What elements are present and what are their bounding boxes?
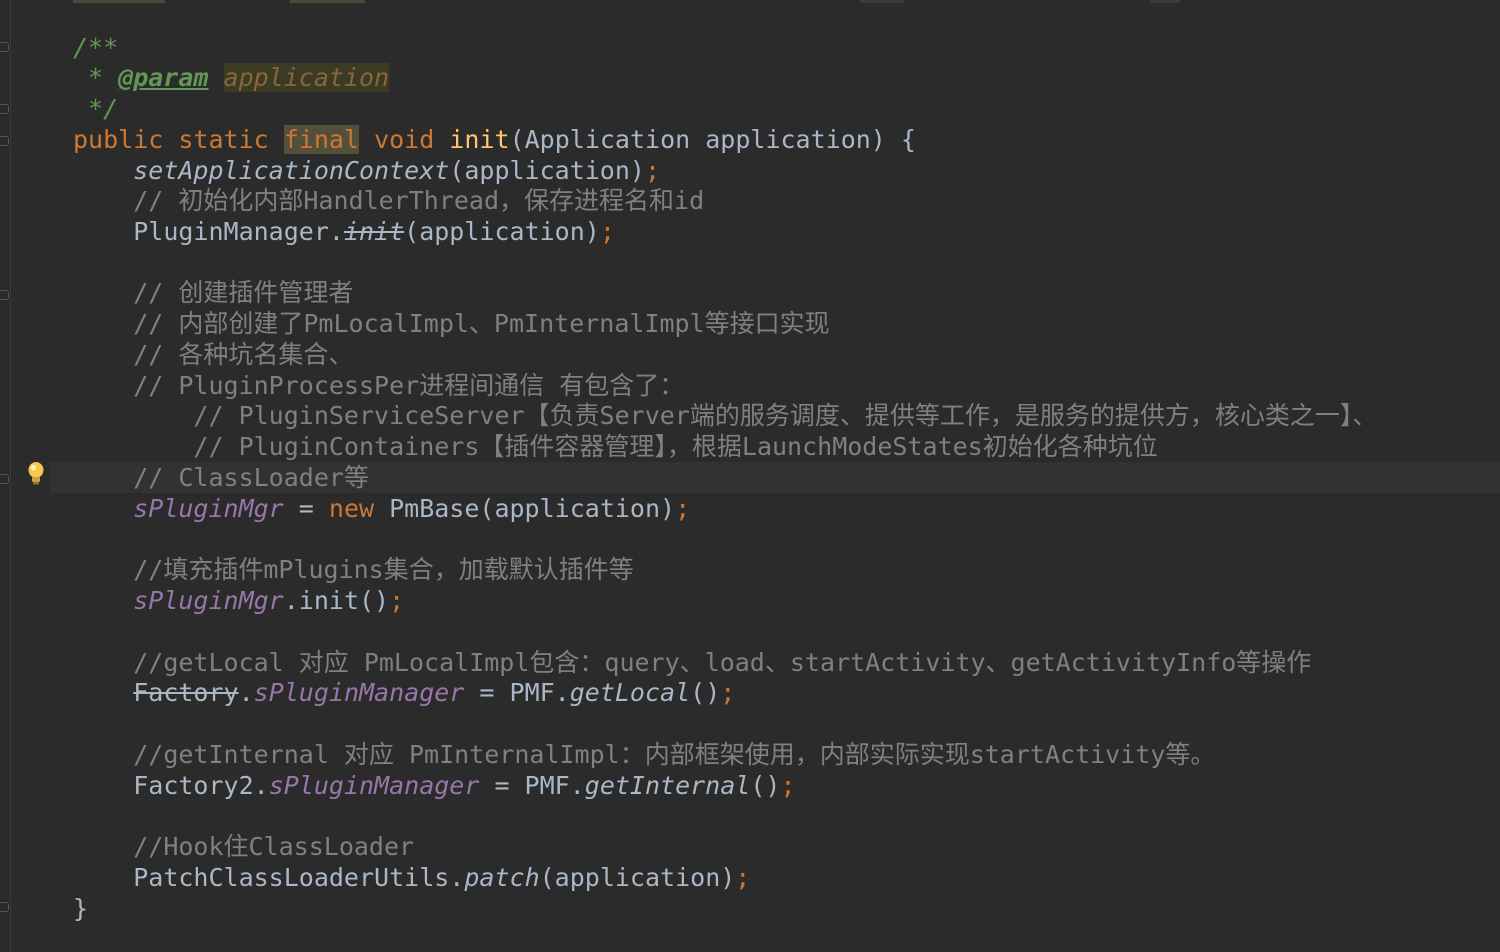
plain-code: PluginManager. xyxy=(133,217,344,246)
method-call: patch xyxy=(464,863,540,892)
doc-tag: @param xyxy=(118,63,209,92)
code-line: public static final void init(Applicatio… xyxy=(73,124,916,155)
code-line: // 初始化内部HandlerThread，保存进程名和id xyxy=(73,185,704,216)
editor-gutter xyxy=(0,0,11,952)
fold-marker[interactable] xyxy=(0,902,9,912)
method-call: getLocal xyxy=(569,678,691,707)
deprecated-class: Factory xyxy=(133,678,239,707)
comment: // 各种坑名集合、 xyxy=(133,340,354,369)
deprecated-method: init xyxy=(343,217,405,246)
code-line: PatchClassLoaderUtils.patch(application)… xyxy=(73,862,750,893)
code-line: */ xyxy=(73,93,118,124)
plain-code: .init() xyxy=(283,586,390,615)
semicolon: ; xyxy=(389,586,405,615)
keyword: new xyxy=(328,494,375,523)
doc-comment: * xyxy=(73,63,119,92)
doc-comment: */ xyxy=(73,94,119,123)
comment: // 内部创建了PmLocalImpl、PmInternalImpl等接口实现 xyxy=(133,309,830,338)
code-line: // 各种坑名集合、 xyxy=(73,339,353,370)
code-line: // PluginContainers【插件容器管理】，根据LaunchMode… xyxy=(73,431,1158,462)
code-line: sPluginMgr = new PmBase(application); xyxy=(73,493,690,524)
plain-code: . xyxy=(238,678,254,707)
code-line-current: // ClassLoader等 xyxy=(73,462,369,493)
code-line: // PluginServiceServer【负责Server端的服务调度、提供… xyxy=(73,400,1377,431)
keyword: public xyxy=(73,125,164,154)
static-field: sPluginManager xyxy=(253,678,465,707)
plain-code: PmBase(application) xyxy=(374,494,676,523)
semicolon: ; xyxy=(675,494,691,523)
keyword-highlighted: final xyxy=(283,125,360,154)
plain-code: () xyxy=(690,678,721,707)
plain-code: (application) xyxy=(404,217,600,246)
semicolon: ; xyxy=(720,678,736,707)
code-line: //getLocal 对应 PmLocalImpl包含：query、load、s… xyxy=(73,647,1311,678)
fold-marker[interactable] xyxy=(0,136,9,146)
semicolon: ; xyxy=(735,863,751,892)
code-line: // 内部创建了PmLocalImpl、PmInternalImpl等接口实现 xyxy=(73,308,830,339)
code-line: // 创建插件管理者 xyxy=(73,277,353,308)
static-field: sPluginMgr xyxy=(133,586,284,615)
code-line: Factory.sPluginManager = PMF.getLocal(); xyxy=(73,677,735,708)
code-line: //Hook住ClassLoader xyxy=(73,831,414,862)
comment: // ClassLoader等 xyxy=(133,463,369,492)
semicolon: ; xyxy=(780,771,796,800)
comment: //Hook住ClassLoader xyxy=(133,832,415,861)
semicolon: ; xyxy=(644,156,661,185)
code-line: /** xyxy=(73,32,118,63)
plain-code: = PMF. xyxy=(479,771,585,800)
comment: // 创建插件管理者 xyxy=(133,278,354,307)
code-line: setApplicationContext(application); xyxy=(73,155,660,186)
plain-code: () xyxy=(750,771,781,800)
plain-code: = PMF. xyxy=(464,678,570,707)
comment: //getLocal 对应 PmLocalImpl包含：query、load、s… xyxy=(133,648,1312,677)
keyword: void xyxy=(374,125,435,154)
code-line: //getInternal 对应 PmInternalImpl：内部框架使用，内… xyxy=(73,739,1215,770)
fold-marker[interactable] xyxy=(0,290,9,300)
plain-code: (application) xyxy=(539,863,736,892)
fold-marker[interactable] xyxy=(0,474,9,484)
method-name: init xyxy=(449,125,510,154)
code-line: * @param application xyxy=(73,62,390,93)
bulb-icon[interactable] xyxy=(26,461,46,487)
code-line: PluginManager.init(application); xyxy=(73,216,615,247)
code-line: } xyxy=(73,893,88,924)
comment: // PluginServiceServer【负责Server端的服务调度、提供… xyxy=(193,401,1378,430)
semicolon: ; xyxy=(599,217,615,246)
plain-code: (application) xyxy=(449,156,645,185)
comment: //填充插件mPlugins集合，加载默认插件等 xyxy=(133,555,634,584)
code-area[interactable]: /** * @param application */ public stati… xyxy=(73,0,1493,952)
code-line: sPluginMgr.init(); xyxy=(73,585,404,616)
plain-code: = xyxy=(283,494,329,523)
closing-brace: } xyxy=(73,894,89,923)
method-call: getInternal xyxy=(584,771,751,800)
comment: //getInternal 对应 PmInternalImpl：内部框架使用，内… xyxy=(133,740,1216,769)
static-field: sPluginMgr xyxy=(133,494,284,523)
keyword: static xyxy=(178,125,269,154)
plain-code: (Application application) { xyxy=(509,125,916,154)
comment: // 初始化内部HandlerThread，保存进程名和id xyxy=(133,186,705,215)
fold-marker[interactable] xyxy=(0,104,9,114)
code-line: //填充插件mPlugins集合，加载默认插件等 xyxy=(73,554,634,585)
plain-code: PatchClassLoaderUtils. xyxy=(133,863,465,892)
static-field: sPluginManager xyxy=(268,771,480,800)
method-call: setApplicationContext xyxy=(133,156,450,185)
comment: // PluginProcessPer进程间通信 有包含了： xyxy=(133,371,685,400)
plain-code: Factory2. xyxy=(133,771,269,800)
doc-comment: /** xyxy=(73,33,119,62)
fold-marker[interactable] xyxy=(0,42,9,52)
code-line: Factory2.sPluginManager = PMF.getInterna… xyxy=(73,770,796,801)
doc-param: application xyxy=(223,63,390,92)
code-line: // PluginProcessPer进程间通信 有包含了： xyxy=(73,370,684,401)
comment: // PluginContainers【插件容器管理】，根据LaunchMode… xyxy=(193,432,1158,461)
